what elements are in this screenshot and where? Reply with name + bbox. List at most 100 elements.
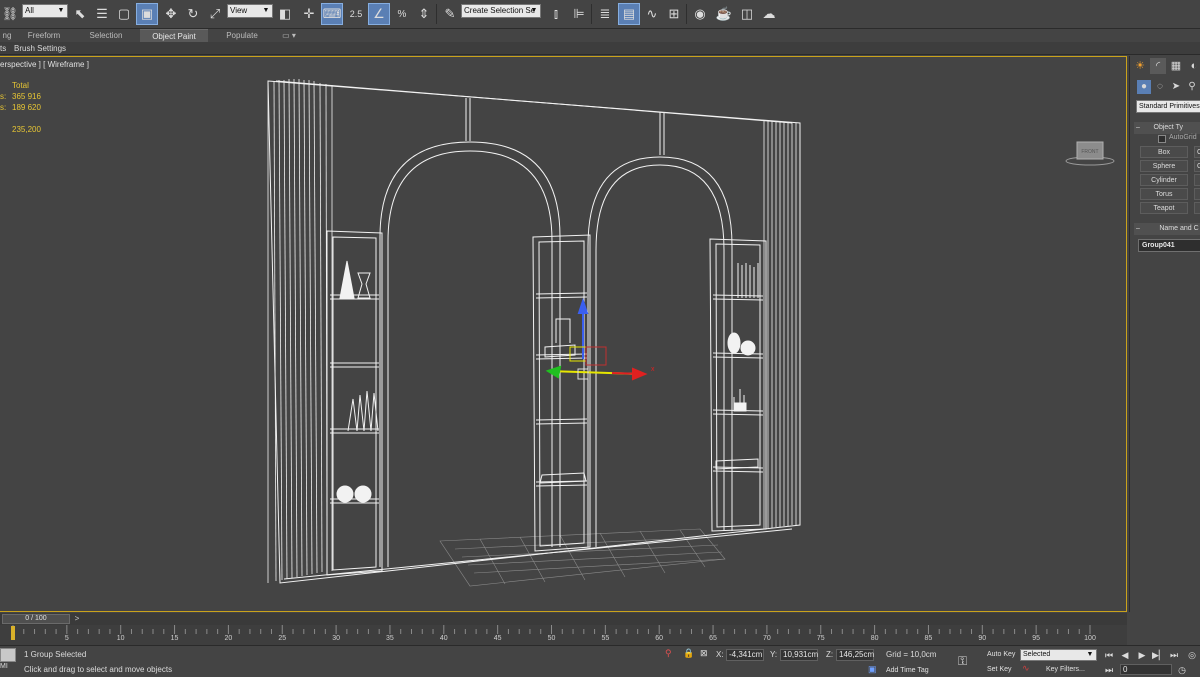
- selection-lock-icon[interactable]: 🔒: [683, 648, 694, 659]
- current-frame-field[interactable]: 0: [1120, 664, 1172, 675]
- autogrid-checkbox[interactable]: [1158, 135, 1166, 143]
- current-frame-marker[interactable]: [11, 626, 15, 640]
- tab-modeling[interactable]: ng: [0, 29, 14, 42]
- previous-frame-icon[interactable]: ◀: [1119, 649, 1131, 661]
- rectangular-region-icon[interactable]: ▢: [114, 4, 134, 24]
- right-slat-panel: [763, 121, 801, 529]
- select-rotate-icon[interactable]: ↻: [183, 4, 203, 24]
- keyboard-shortcut-icon[interactable]: ⌨: [321, 3, 343, 25]
- schematic-view-icon[interactable]: ⊞: [664, 4, 684, 24]
- x-label: X:: [716, 650, 724, 659]
- motion-icon[interactable]: ◐: [1186, 58, 1200, 74]
- object-name-field[interactable]: Group041: [1138, 239, 1200, 252]
- pyramid-button[interactable]: [1194, 188, 1200, 200]
- key-filters-button[interactable]: Key Filters...: [1046, 664, 1085, 676]
- time-configuration-icon[interactable]: ◷: [1176, 664, 1188, 676]
- align-icon[interactable]: ⊫: [569, 4, 589, 24]
- edit-named-selection-icon[interactable]: ✎: [440, 4, 460, 24]
- select-move-icon[interactable]: ✥: [161, 4, 181, 24]
- curve-icon[interactable]: ∿: [1022, 663, 1030, 674]
- select-scale-icon[interactable]: ⤢: [205, 4, 225, 24]
- time-slider-handle[interactable]: 0 / 100: [2, 614, 70, 624]
- time-slider[interactable]: 0 / 100 >: [0, 613, 1127, 625]
- lights-icon[interactable]: ➤: [1169, 80, 1183, 94]
- isolate-selection-icon[interactable]: ⚲: [665, 648, 672, 659]
- teapot-button[interactable]: Teapot: [1140, 202, 1188, 214]
- frame-tick-label: 20: [224, 635, 233, 642]
- named-selection-dropdown[interactable]: Create Selection Se ▼: [461, 4, 541, 18]
- x-coordinate-field[interactable]: -4,341cm: [726, 649, 764, 661]
- layer-explorer-icon[interactable]: ≣: [595, 4, 615, 24]
- pivot-center-icon[interactable]: ◧: [275, 4, 295, 24]
- ribbon-item-brush-settings[interactable]: Brush Settings: [14, 42, 66, 55]
- next-frame-icon[interactable]: ▶▏: [1152, 649, 1166, 661]
- frame-tick-label: 25: [278, 635, 287, 642]
- name-color-rollout[interactable]: – Name and C: [1134, 223, 1200, 235]
- snaps-toggle-icon[interactable]: 2.5: [346, 4, 366, 24]
- select-by-name-icon[interactable]: ☰: [92, 4, 112, 24]
- cone-button[interactable]: C: [1194, 146, 1200, 158]
- rendered-frame-window-icon[interactable]: ◫: [737, 4, 757, 24]
- time-tag-icon[interactable]: ▣: [868, 664, 877, 675]
- tab-selection[interactable]: Selection: [80, 29, 132, 42]
- angle-snap-icon[interactable]: ∠: [368, 3, 390, 25]
- render-production-icon[interactable]: ☁: [759, 4, 779, 24]
- material-editor-icon[interactable]: ◉: [690, 4, 710, 24]
- primitive-category-dropdown[interactable]: Standard Primitives: [1136, 100, 1200, 113]
- create-icon[interactable]: ☀: [1132, 58, 1148, 74]
- chevron-down-icon: ▼: [1086, 651, 1094, 658]
- mirror-icon[interactable]: ⫾: [546, 4, 566, 24]
- set-key-button[interactable]: Set Key: [987, 664, 1012, 676]
- chevron-right-icon[interactable]: >: [72, 614, 82, 624]
- add-time-tag-button[interactable]: Add Time Tag: [886, 665, 929, 677]
- render-setup-icon[interactable]: ☕: [714, 4, 734, 24]
- go-to-end-icon[interactable]: ⏭: [1168, 649, 1180, 661]
- play-icon[interactable]: ▶: [1136, 649, 1148, 661]
- tab-populate[interactable]: Populate: [216, 29, 268, 42]
- track-bar[interactable]: 5 10 15 20 25 30 35 40 45 50 55 60 65 70 75 80 85 90 95 100: [0, 625, 1127, 645]
- scene-explorer-icon[interactable]: ▤: [618, 3, 640, 25]
- percent-snap-icon[interactable]: %: [392, 4, 412, 24]
- perspective-viewport[interactable]: erspective ] [ Wireframe ] Total s: 365 …: [0, 56, 1127, 612]
- sphere-button[interactable]: Sphere: [1140, 160, 1188, 172]
- time-config-icon[interactable]: ⏭: [1103, 664, 1115, 676]
- ribbon-options-icon[interactable]: ▭ ▾: [278, 29, 300, 42]
- key-mode-dropdown[interactable]: Selected ▼: [1020, 649, 1097, 661]
- shapes-icon[interactable]: ◌: [1153, 80, 1167, 94]
- curve-editor-icon[interactable]: ∿: [642, 4, 662, 24]
- selection-filter-dropdown[interactable]: All ▼: [22, 4, 68, 18]
- object-type-rollout[interactable]: – Object Ty: [1134, 122, 1200, 134]
- z-coordinate-field[interactable]: 146,25cm: [836, 649, 874, 661]
- window-crossing-icon[interactable]: ▣: [136, 3, 158, 25]
- frame-tick-label: 65: [709, 635, 717, 642]
- box-button[interactable]: Box: [1140, 146, 1188, 158]
- select-manipulate-icon[interactable]: ✛: [299, 4, 319, 24]
- key-mode-toggle-icon[interactable]: ◎: [1186, 649, 1198, 661]
- absolute-mode-icon[interactable]: ⊠: [700, 648, 708, 659]
- go-to-start-icon[interactable]: ⏮: [1103, 649, 1115, 661]
- geosphere-button[interactable]: G: [1194, 160, 1200, 172]
- key-icon[interactable]: ⚿: [958, 654, 967, 669]
- hierarchy-icon[interactable]: ▦: [1168, 58, 1184, 74]
- cylinder-button[interactable]: Cylinder: [1140, 174, 1188, 186]
- tube-button[interactable]: [1194, 174, 1200, 186]
- tab-freeform[interactable]: Freeform: [18, 29, 70, 42]
- selection-filter-value: All: [25, 6, 34, 15]
- cameras-icon[interactable]: ⚲: [1185, 80, 1199, 94]
- spinner-snap-icon[interactable]: ⇕: [414, 4, 434, 24]
- auto-key-button[interactable]: Auto Key: [987, 649, 1015, 661]
- ribbon-item-paint-objects[interactable]: ts: [0, 42, 6, 55]
- y-coordinate-field[interactable]: 10,931cm: [780, 649, 818, 661]
- reference-coordinate-dropdown[interactable]: View ▼: [227, 4, 273, 18]
- torus-button[interactable]: Torus: [1140, 188, 1188, 200]
- geometry-icon[interactable]: ●: [1137, 80, 1151, 94]
- maxscript-listener[interactable]: [0, 648, 16, 662]
- viewcube-icon[interactable]: FRONT: [1064, 139, 1116, 167]
- wireframe-model[interactable]: x: [0, 57, 1127, 613]
- modify-icon[interactable]: ◜: [1150, 58, 1166, 74]
- link-icon[interactable]: ⛓: [0, 4, 20, 24]
- plane-button[interactable]: [1194, 202, 1200, 214]
- select-object-icon[interactable]: ⬉: [70, 4, 90, 24]
- maxscript-label: ΜΙ: [0, 663, 8, 670]
- tab-object-paint[interactable]: Object Paint: [140, 29, 208, 42]
